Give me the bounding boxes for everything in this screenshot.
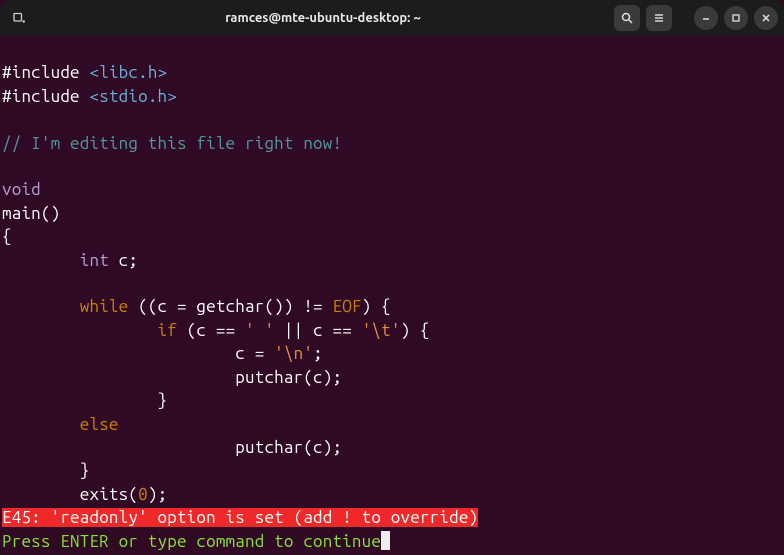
search-icon bbox=[621, 12, 633, 24]
code-token: <stdio.h> bbox=[90, 87, 177, 106]
terminal-content[interactable]: #include <libc.h> #include <stdio.h> // … bbox=[0, 36, 784, 555]
window-titlebar: ramces@mte-ubuntu-desktop: ~ bbox=[0, 0, 784, 36]
code-token: else bbox=[80, 415, 119, 434]
code-token: || c == bbox=[274, 321, 361, 340]
code-token: '\t' bbox=[362, 321, 401, 340]
search-button[interactable] bbox=[614, 5, 640, 31]
code-token: exits bbox=[80, 485, 129, 504]
code-token: main bbox=[2, 204, 41, 223]
code-token: c = bbox=[235, 344, 274, 363]
code-token: #include bbox=[2, 87, 80, 106]
code-token: ( bbox=[128, 485, 138, 504]
code-token: '\n' bbox=[274, 344, 313, 363]
code-token: EOF bbox=[333, 297, 362, 316]
code-token: { bbox=[2, 227, 12, 246]
minimize-button[interactable] bbox=[694, 6, 718, 30]
terminal-cursor bbox=[381, 531, 390, 550]
code-token: } bbox=[158, 391, 168, 410]
code-token: 0 bbox=[138, 485, 148, 504]
code-token: void bbox=[2, 180, 41, 199]
code-token: (c == bbox=[177, 321, 245, 340]
new-tab-icon bbox=[13, 12, 25, 24]
code-token: #include bbox=[2, 63, 80, 82]
maximize-icon bbox=[731, 13, 741, 23]
titlebar-controls bbox=[614, 5, 778, 31]
code-token: putchar(c); bbox=[235, 368, 342, 387]
code-token: int bbox=[80, 251, 109, 270]
close-icon bbox=[761, 13, 771, 23]
window-title: ramces@mte-ubuntu-desktop: ~ bbox=[32, 11, 614, 25]
vim-prompt: Press ENTER or type command to continue bbox=[2, 532, 381, 551]
code-token: ((c = getchar()) != bbox=[128, 297, 332, 316]
code-token: c; bbox=[109, 251, 138, 270]
code-token: while bbox=[80, 297, 129, 316]
hamburger-icon bbox=[653, 12, 665, 24]
code-token: ' ' bbox=[245, 321, 274, 340]
new-tab-button[interactable] bbox=[6, 5, 32, 31]
code-token: <libc.h> bbox=[90, 63, 168, 82]
code-token: ) { bbox=[401, 321, 430, 340]
code-token: } bbox=[80, 461, 90, 480]
code-token: if bbox=[158, 321, 177, 340]
vim-error-status: E45: 'readonly' option is set (add ! to … bbox=[2, 508, 478, 527]
close-button[interactable] bbox=[754, 6, 778, 30]
menu-button[interactable] bbox=[646, 5, 672, 31]
code-token: ); bbox=[148, 485, 167, 504]
maximize-button[interactable] bbox=[724, 6, 748, 30]
code-token: putchar(c); bbox=[235, 438, 342, 457]
code-token: () bbox=[41, 204, 60, 223]
code-token: ; bbox=[313, 344, 323, 363]
code-token: ) { bbox=[362, 297, 391, 316]
minimize-icon bbox=[701, 13, 711, 23]
code-comment: // I'm editing this file right now! bbox=[2, 134, 342, 153]
